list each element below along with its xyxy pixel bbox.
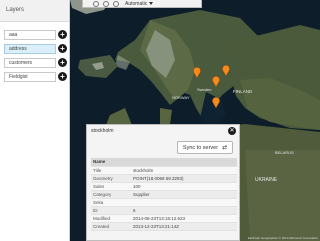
layers-panel: Layers aaa + address + customers + Field… — [0, 0, 70, 241]
layer-row: Fieldgist + — [0, 70, 69, 84]
layer-list: aaa + address + customers + Fieldgist + — [0, 22, 69, 84]
map-label-finland: FINLAND — [233, 89, 253, 94]
layer-item[interactable]: customers — [4, 58, 56, 68]
attribute-key: Category — [91, 190, 131, 199]
map-attribution: Earthstar Geographics © 2014 Microsoft C… — [247, 236, 318, 240]
layers-title: Layers — [0, 0, 69, 22]
attribute-key: Seka — [91, 198, 131, 207]
map-marker-oslo[interactable] — [193, 67, 201, 78]
table-row: Sales 100 — [91, 182, 237, 191]
map-label-belarus: BELARUS — [275, 150, 294, 155]
map-marker-south[interactable] — [212, 97, 220, 108]
attribute-key: Geometry — [91, 174, 131, 183]
attribute-value[interactable]: 100 — [131, 182, 237, 191]
table-row: ID 6 — [91, 206, 237, 215]
layer-row: aaa + — [0, 28, 69, 42]
attribute-value[interactable]: 2014-06-23T13:15:12.523 — [131, 214, 237, 223]
table-row: Title stockholm — [91, 166, 237, 175]
attribute-key: Title — [91, 166, 131, 175]
popup-header: stockholm ✕ — [87, 125, 239, 137]
locate-icon[interactable] — [113, 0, 119, 7]
map-marker-east[interactable] — [222, 65, 230, 76]
sync-button-label: Sync to server — [182, 144, 219, 151]
add-layer-button[interactable]: + — [58, 72, 67, 81]
attribute-table: Name Title stockholm Geometry POINT(18.0… — [91, 158, 237, 231]
map-toolbar: Automatic — [82, 0, 202, 8]
attribute-value — [131, 158, 237, 167]
table-row: Geometry POINT(18.0068 59.3293) — [91, 174, 237, 183]
attribute-value[interactable]: Supplier — [131, 190, 237, 199]
add-layer-button[interactable]: + — [58, 44, 67, 53]
layer-item[interactable]: aaa — [4, 30, 56, 40]
table-row: Category Supplier — [91, 190, 237, 199]
sync-to-server-button[interactable]: Sync to server ⇄ — [177, 141, 233, 154]
attribute-key: Sales — [91, 182, 131, 191]
attribute-value[interactable]: POINT(18.0068 59.3293) — [131, 174, 237, 183]
attribute-value[interactable] — [131, 198, 237, 207]
map-label-norway: NORWAY — [172, 95, 190, 100]
mode-select-label: Automatic — [125, 0, 148, 7]
attribute-value[interactable]: stockholm — [131, 166, 237, 175]
map-label-sweden: Sweden — [197, 87, 212, 92]
zoom-in-icon[interactable] — [93, 0, 99, 7]
table-row: Name — [91, 158, 237, 167]
attribute-value[interactable]: 2013-12-23T13:21:14Z — [131, 222, 237, 231]
table-row: Seka — [91, 198, 237, 207]
layer-item[interactable]: address — [4, 44, 56, 54]
sync-icon: ⇄ — [222, 145, 228, 151]
table-row: Created 2013-12-23T13:21:14Z — [91, 222, 237, 231]
layer-item[interactable]: Fieldgist — [4, 72, 56, 82]
add-layer-button[interactable]: + — [58, 30, 67, 39]
attribute-key: Name — [91, 158, 131, 167]
map-marker-stockholm[interactable] — [212, 76, 220, 87]
add-layer-button[interactable]: + — [58, 58, 67, 67]
table-row: Modified 2014-06-23T13:15:12.523 — [91, 214, 237, 223]
attribute-value[interactable]: 6 — [131, 206, 237, 215]
chevron-down-icon — [149, 2, 154, 5]
popup-title: stockholm — [91, 128, 114, 134]
layer-row: customers + — [0, 56, 69, 70]
close-icon[interactable]: ✕ — [228, 127, 236, 135]
attribute-key: ID — [91, 206, 131, 215]
layer-row: address + — [0, 42, 69, 56]
mode-select[interactable]: Automatic — [125, 0, 154, 7]
feature-popup: stockholm ✕ Sync to server ⇄ Name Title … — [86, 124, 240, 241]
map-label-ukraine: UKRAINE — [255, 177, 278, 183]
attribute-key: Modified — [91, 214, 131, 223]
attribute-key: Created — [91, 222, 131, 231]
zoom-out-icon[interactable] — [103, 0, 109, 7]
